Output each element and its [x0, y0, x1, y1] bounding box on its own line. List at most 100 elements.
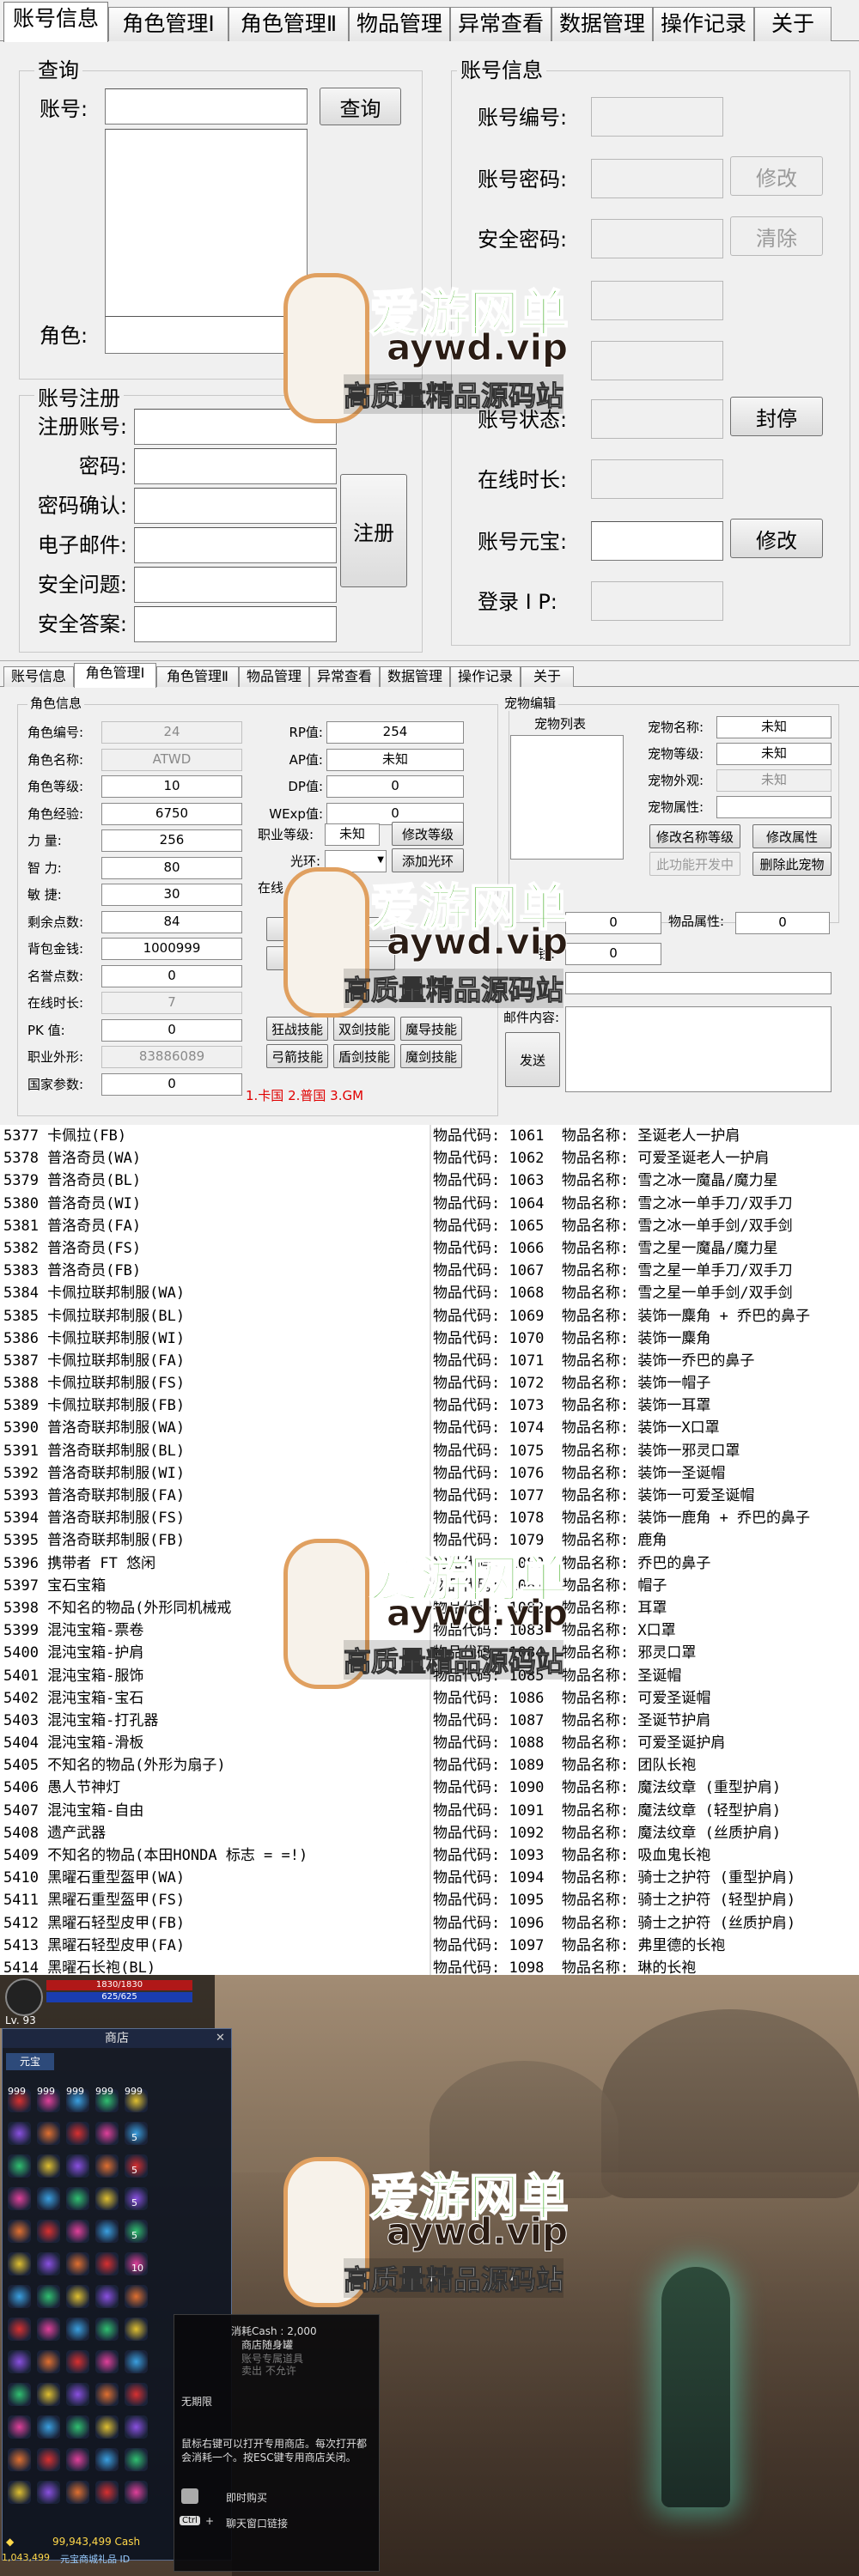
- pet-field-value[interactable]: [716, 796, 832, 818]
- shop-item-icon[interactable]: [37, 2383, 60, 2406]
- shop-tab-yuanbao[interactable]: 元宝: [6, 2053, 54, 2070]
- shop-item-icon[interactable]: [37, 2220, 60, 2243]
- tab2-exception-view[interactable]: 异常查看: [309, 666, 380, 687]
- shop-item-icon[interactable]: [66, 2318, 89, 2341]
- role-list[interactable]: [105, 129, 308, 318]
- role-select[interactable]: [105, 316, 308, 354]
- shop-item-icon[interactable]: [8, 2187, 31, 2210]
- register-question-input[interactable]: [134, 567, 337, 603]
- modify-pet-name-button[interactable]: 修改名称等级: [649, 824, 740, 848]
- shop-item-icon[interactable]: [8, 2252, 31, 2275]
- item-attr-field[interactable]: 0: [735, 912, 830, 934]
- role-field-value[interactable]: 0: [101, 964, 242, 987]
- tab2-account-info[interactable]: 账号信息: [3, 666, 74, 687]
- modify-password-button[interactable]: 修改: [730, 156, 823, 196]
- shop-item-icon[interactable]: [95, 2481, 119, 2504]
- skill-button-warrior[interactable]: 狂战技能: [266, 1017, 328, 1041]
- shop-item-icon[interactable]: [37, 2350, 60, 2373]
- tab2-operation-log[interactable]: 操作记录: [450, 666, 521, 687]
- pet-field-value[interactable]: 未知: [716, 716, 832, 738]
- role-attr-value[interactable]: 0: [326, 775, 464, 798]
- tooltip-buy[interactable]: 即时购买: [226, 2490, 267, 2505]
- role-field-value[interactable]: 0: [101, 1072, 242, 1096]
- skill-button-dual-sword[interactable]: 双剑技能: [333, 1017, 395, 1041]
- role-attr-value[interactable]: 254: [326, 721, 464, 744]
- shop-item-icon[interactable]: [95, 2187, 119, 2210]
- shop-item-icon[interactable]: [37, 2122, 60, 2145]
- shop-item-icon[interactable]: [125, 2481, 148, 2504]
- tab-role-manage-1[interactable]: 角色管理Ⅰ: [108, 7, 228, 41]
- shop-item-icon[interactable]: [8, 2122, 31, 2145]
- shop-item-icon[interactable]: [66, 2350, 89, 2373]
- register-password-input[interactable]: [134, 448, 337, 484]
- shop-item-icon[interactable]: [95, 2122, 119, 2145]
- shop-item-icon[interactable]: [95, 2285, 119, 2308]
- clear-security-button[interactable]: 清除: [730, 216, 823, 256]
- shop-item-icon[interactable]: [125, 2318, 148, 2341]
- shop-item-icon[interactable]: [66, 2448, 89, 2471]
- shop-item-icon[interactable]: [37, 2252, 60, 2275]
- shop-item-icon[interactable]: [95, 2415, 119, 2439]
- shop-item-icon[interactable]: [125, 2383, 148, 2406]
- send-mail-button[interactable]: 发送: [505, 1032, 560, 1087]
- shop-item-icon[interactable]: [37, 2415, 60, 2439]
- shop-item-icon[interactable]: [125, 2448, 148, 2471]
- skill-button-mage[interactable]: 魔导技能: [400, 1017, 462, 1041]
- register-button[interactable]: 注册: [340, 474, 407, 587]
- pet-list[interactable]: [510, 735, 624, 860]
- skill-button-magic-sword[interactable]: 魔剑技能: [400, 1044, 462, 1068]
- role-field-value[interactable]: 10: [101, 775, 242, 798]
- shop-item-icon[interactable]: [37, 2187, 60, 2210]
- shop-item-icon[interactable]: [95, 2448, 119, 2471]
- skill-button-shield-sword[interactable]: 盾剑技能: [333, 1044, 395, 1068]
- tab2-role-manage-2[interactable]: 角色管理Ⅱ: [156, 666, 239, 687]
- shop-item-icon[interactable]: [8, 2448, 31, 2471]
- role-field-value[interactable]: 0: [101, 1018, 242, 1042]
- shop-item-icon[interactable]: [95, 2220, 119, 2243]
- role-field-value[interactable]: 6750: [101, 802, 242, 825]
- shop-item-icon[interactable]: [37, 2481, 60, 2504]
- shop-item-icon[interactable]: [8, 2154, 31, 2178]
- pet-field-value[interactable]: 未知: [716, 743, 832, 765]
- shop-item-icon[interactable]: [125, 2415, 148, 2439]
- shop-item-icon[interactable]: [66, 2252, 89, 2275]
- mail-content-field[interactable]: [565, 1006, 832, 1092]
- shop-item-icon[interactable]: [66, 2481, 89, 2504]
- shop-item-icon[interactable]: [66, 2122, 89, 2145]
- tab2-item-manage[interactable]: 物品管理: [239, 666, 309, 687]
- register-password-confirm-input[interactable]: [134, 488, 337, 524]
- job-level-field[interactable]: 未知: [325, 823, 380, 846]
- shop-item-icon[interactable]: [95, 2154, 119, 2178]
- account-input[interactable]: [105, 88, 308, 125]
- tab-about[interactable]: 关于: [754, 7, 832, 41]
- delete-pet-button[interactable]: 删除此宠物: [752, 852, 832, 876]
- player-character[interactable]: [661, 2267, 730, 2507]
- shop-item-icon[interactable]: [37, 2154, 60, 2178]
- shop-item-icon[interactable]: [95, 2318, 119, 2341]
- tab2-about[interactable]: 关于: [521, 666, 574, 687]
- role-field-value[interactable]: 30: [101, 884, 242, 906]
- shop-item-icon[interactable]: [66, 2415, 89, 2439]
- shop-item-icon[interactable]: [37, 2318, 60, 2341]
- shop-item-icon[interactable]: [66, 2220, 89, 2243]
- tab-account-info[interactable]: 账号信息: [3, 2, 108, 42]
- shop-item-icon[interactable]: [66, 2154, 89, 2178]
- shop-item-icon[interactable]: [95, 2350, 119, 2373]
- halo-select[interactable]: ▼: [325, 850, 387, 872]
- hidden-button-1[interactable]: [266, 917, 395, 941]
- add-halo-button[interactable]: 添加光环: [392, 848, 464, 872]
- role-field-value[interactable]: 80: [101, 856, 242, 879]
- role-attr-value[interactable]: 未知: [326, 748, 464, 771]
- query-button[interactable]: 查询: [320, 88, 401, 125]
- tab-role-manage-2[interactable]: 角色管理Ⅱ: [228, 7, 349, 41]
- shop-item-icon[interactable]: [66, 2285, 89, 2308]
- modify-pet-attr-button[interactable]: 修改属性: [752, 824, 832, 848]
- shop-item-icon[interactable]: [95, 2383, 119, 2406]
- shop-item-icon[interactable]: [8, 2481, 31, 2504]
- shop-item-icon[interactable]: [8, 2415, 31, 2439]
- shop-item-icon[interactable]: [37, 2285, 60, 2308]
- tab2-data-manage[interactable]: 数据管理: [380, 666, 450, 687]
- shop-item-icon[interactable]: [66, 2383, 89, 2406]
- tab2-role-manage-1[interactable]: 角色管理Ⅰ: [74, 663, 156, 688]
- shop-item-icon[interactable]: [8, 2285, 31, 2308]
